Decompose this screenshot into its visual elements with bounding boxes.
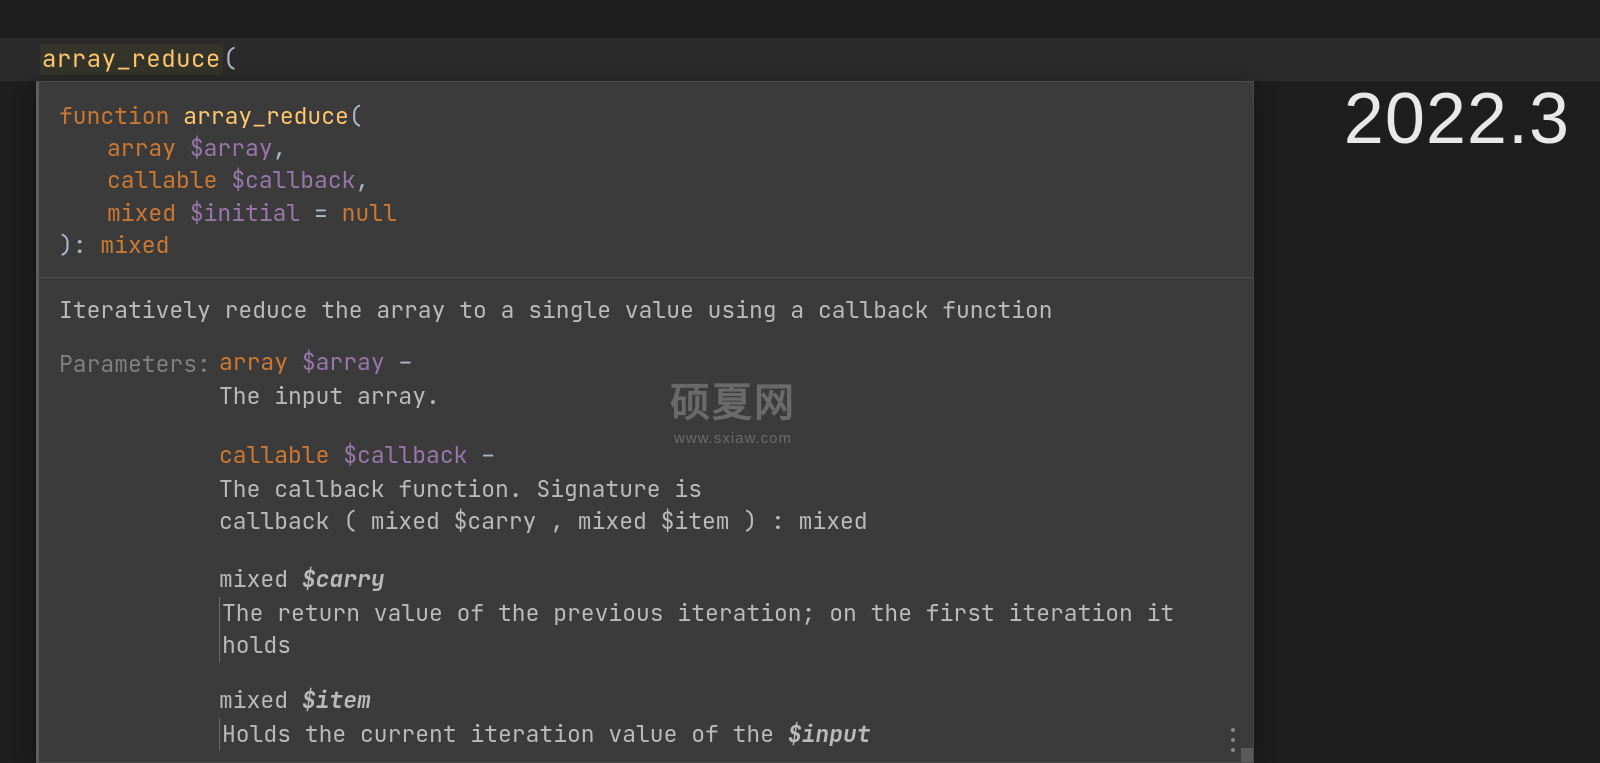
signature-fn-name: array_reduce (183, 101, 349, 131)
param2-type: callable (107, 165, 217, 195)
param2-desc: The callback function. Signature is call… (219, 473, 1233, 537)
param3-default: null (342, 198, 397, 228)
function-signature: function array_reduce( array $array, cal… (39, 82, 1253, 278)
subparam-carry-desc: The return value of the previous iterati… (219, 597, 1233, 661)
subparam-carry-heading: mixed $carry (219, 563, 1233, 595)
comma2: , (355, 165, 369, 195)
param3-name: $initial (190, 198, 300, 228)
param3-type: mixed (107, 198, 176, 228)
open-paren: ( (223, 44, 238, 75)
documentation-body: Iteratively reduce the array to a single… (39, 278, 1253, 763)
keyword-function: function (59, 101, 169, 131)
param1-name: $array (190, 133, 273, 163)
comma1: , (273, 133, 287, 163)
subparam-item-heading: mixed $item (219, 684, 1233, 716)
version-label: 2022.3 (1344, 78, 1570, 160)
param1-type: array (107, 133, 176, 163)
title-bar (0, 0, 1600, 38)
subparam-item-desc: Holds the current iteration value of the… (219, 718, 1233, 750)
close-ret: ): (59, 230, 100, 260)
param2-heading: callable $callback – (219, 439, 1233, 471)
return-type: mixed (100, 230, 169, 260)
equals: = (314, 198, 328, 228)
parameters-label: Parameters: (59, 346, 219, 380)
documentation-popup[interactable]: function array_reduce( array $array, cal… (36, 81, 1254, 763)
param2-name: $callback (231, 165, 355, 195)
sig-open-paren: ( (349, 101, 363, 131)
more-options-icon[interactable] (1223, 728, 1243, 752)
typed-function-name: array_reduce (40, 44, 223, 75)
editor-code-line[interactable]: array_reduce( (0, 38, 1600, 81)
param1-desc: The input array. (219, 380, 1233, 412)
doc-summary: Iteratively reduce the array to a single… (59, 294, 1233, 326)
param1-heading: array $array – (219, 346, 1233, 378)
